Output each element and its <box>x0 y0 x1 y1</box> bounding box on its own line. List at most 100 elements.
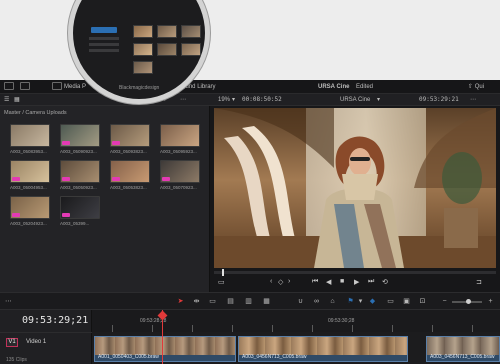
viewer-clip-name[interactable]: URSA Cine <box>340 95 370 105</box>
stop-icon[interactable]: ■ <box>340 278 344 285</box>
audio-badge <box>12 177 20 181</box>
timeline-options-icon[interactable]: ⋯ <box>4 297 13 306</box>
zoom-full-icon[interactable]: ▭ <box>386 297 395 306</box>
viewer-toolbar: ☰ ▦ ⌕▾ ⋯ 19% ▾ 00:08:50:52 URSA Cine ▾ 0… <box>0 94 500 106</box>
window-icon[interactable] <box>4 82 16 92</box>
zoom-in-icon[interactable]: + <box>486 297 495 306</box>
zoom-dropdown-icon[interactable]: ▾ <box>232 95 235 105</box>
list-view-icon[interactable]: ☰ <box>4 95 9 105</box>
clip-filmstrip <box>239 337 407 355</box>
media-clip[interactable]: A003_05083953... <box>10 124 50 157</box>
trim-tool-icon[interactable]: ⇹ <box>192 297 201 306</box>
replace-clip-icon[interactable]: ▦ <box>262 297 271 306</box>
clip-name-dropdown-icon[interactable]: ▾ <box>377 95 380 105</box>
timeline-clip-name: A003_0456N713_C005.braw <box>430 354 495 360</box>
play-icon[interactable]: ▶ <box>354 278 359 286</box>
viewer-options-icon[interactable]: ⋯ <box>470 95 476 105</box>
timeline-clip[interactable]: A003_0456N713_C005.braw <box>238 336 408 362</box>
go-to-start-icon[interactable]: ⏮ <box>312 278 318 286</box>
media-clip[interactable]: A003_05004953... <box>10 160 50 193</box>
overwrite-clip-icon[interactable]: ▥ <box>244 297 253 306</box>
selected-bin-highlight <box>91 27 117 33</box>
quick-export-icon[interactable]: ⇧ Qui <box>468 82 484 92</box>
viewer-frame[interactable] <box>214 108 496 268</box>
viewer-playhead[interactable] <box>222 269 224 276</box>
audio-badge <box>162 177 170 181</box>
audio-badge <box>62 141 70 145</box>
flag-dropdown-icon[interactable]: ▾ <box>356 297 365 306</box>
timeline-toolbar: ⋯ ➤ ⇹ ▭ ▤ ▥ ▦ ∪ ∞ ⌂ ⚑ ▾ ◆ ▭ ▣ ⊡ − + <box>0 292 500 310</box>
media-clip[interactable]: A003_05070923... <box>160 160 200 193</box>
media-clip[interactable]: A003_05204923... <box>10 196 50 229</box>
media-clip[interactable]: A003_05050923... <box>60 160 100 193</box>
clip-thumbnail <box>160 124 200 147</box>
audio-badge <box>112 141 120 145</box>
flag-icon[interactable]: ⚑ <box>346 297 355 306</box>
viewer-panel: ▭ ‹ ◇ › ⏮ ◀ ■ ▶ ⏭ ⟲ ⊐ <box>210 106 500 292</box>
more-options-icon[interactable]: ⋯ <box>180 95 186 105</box>
thumbnail-view-icon[interactable]: ▦ <box>14 95 20 105</box>
media-clip[interactable]: A003_05093823... <box>110 124 150 157</box>
timeline-playhead[interactable] <box>162 310 163 364</box>
audio-badge <box>12 213 20 217</box>
blade-tool-icon[interactable]: ▭ <box>208 297 217 306</box>
loupe-thumbnail <box>181 25 201 38</box>
media-pool-panel: Master / Camera Uploads A003_05083953...… <box>0 106 210 292</box>
go-to-end-icon[interactable]: ⏭ <box>368 278 374 286</box>
media-clip[interactable]: A003_05399... <box>60 196 100 229</box>
clip-thumbnail <box>10 124 50 147</box>
insert-clip-icon[interactable]: ▤ <box>226 297 235 306</box>
timeline-clip[interactable]: A001_0050403_C005.braw <box>94 336 236 362</box>
clip-thumbnail <box>160 160 200 183</box>
transport-controls: ▭ ‹ ◇ › ⏮ ◀ ■ ▶ ⏭ ⟲ ⊐ <box>210 278 500 290</box>
play-reverse-icon[interactable]: ◀ <box>326 278 331 286</box>
bin-row <box>89 43 119 46</box>
clip-count: 135 Clips <box>6 357 27 363</box>
clip-thumbnail <box>110 124 150 147</box>
media-clip[interactable]: A003_05053823... <box>110 160 150 193</box>
loupe-thumbnail <box>181 43 201 56</box>
timeline-clip-name: A001_0050403_C005.braw <box>98 354 159 360</box>
ruler-label: 09:53:30;28 <box>328 318 355 324</box>
bin-row <box>89 37 119 40</box>
position-lock-icon[interactable]: ⌂ <box>328 297 337 306</box>
clip-thumbnail <box>110 160 150 183</box>
in-out-icon[interactable]: ⊐ <box>476 278 482 286</box>
clip-thumbnail <box>60 160 100 183</box>
marker-icon[interactable]: ◆ <box>368 297 377 306</box>
loupe-thumbnail <box>133 43 153 56</box>
bin-row <box>89 49 119 52</box>
jog-right-icon[interactable]: › <box>288 278 290 285</box>
timeline-panel: 09:53:29;21 V1 Video 1 135 Clips 09:53:2… <box>0 310 500 364</box>
link-icon[interactable]: ∞ <box>312 297 321 306</box>
clip-thumbnail <box>10 196 50 219</box>
timeline-ruler[interactable]: 09:53:28;28 09:53:30;28 <box>92 310 500 332</box>
jog-icon[interactable]: ◇ <box>278 278 283 286</box>
selection-tool-icon[interactable]: ➤ <box>176 297 185 306</box>
media-pool-tab[interactable]: Media P <box>52 82 86 92</box>
layout-icon[interactable] <box>20 82 32 92</box>
viewer-size-icon[interactable]: ▭ <box>218 278 225 286</box>
loop-icon[interactable]: ⟲ <box>382 278 388 286</box>
media-pool-icon <box>52 82 62 91</box>
timeline-clip-name: A003_0456N713_C005.braw <box>242 354 307 360</box>
clip-thumbnail <box>10 160 50 183</box>
zoom-level[interactable]: 19% <box>218 95 230 105</box>
timeline-header: 09:53:29;21 V1 Video 1 135 Clips <box>0 310 92 364</box>
viewer-image <box>214 108 496 268</box>
track-name: Video 1 <box>26 339 47 345</box>
timeline-clip[interactable]: A003_0456N713_C005.braw <box>426 336 500 362</box>
media-clip[interactable]: A003_05095923... <box>160 124 200 157</box>
track-label[interactable]: V1 <box>6 338 18 347</box>
viewer-scrubber[interactable] <box>214 269 496 276</box>
zoom-custom-icon[interactable]: ⊡ <box>418 297 427 306</box>
zoom-out-icon[interactable]: − <box>440 297 449 306</box>
track-header-v1[interactable]: V1 Video 1 <box>0 332 92 354</box>
jog-left-icon[interactable]: ‹ <box>270 278 272 285</box>
project-title: URSA Cine <box>318 84 350 90</box>
source-timecode: 00:08:50:52 <box>242 96 282 103</box>
zoom-detail-icon[interactable]: ▣ <box>402 297 411 306</box>
media-clip[interactable]: A003_05090923... <box>60 124 100 157</box>
snapping-icon[interactable]: ∪ <box>296 297 305 306</box>
zoom-slider-knob[interactable] <box>466 299 471 304</box>
